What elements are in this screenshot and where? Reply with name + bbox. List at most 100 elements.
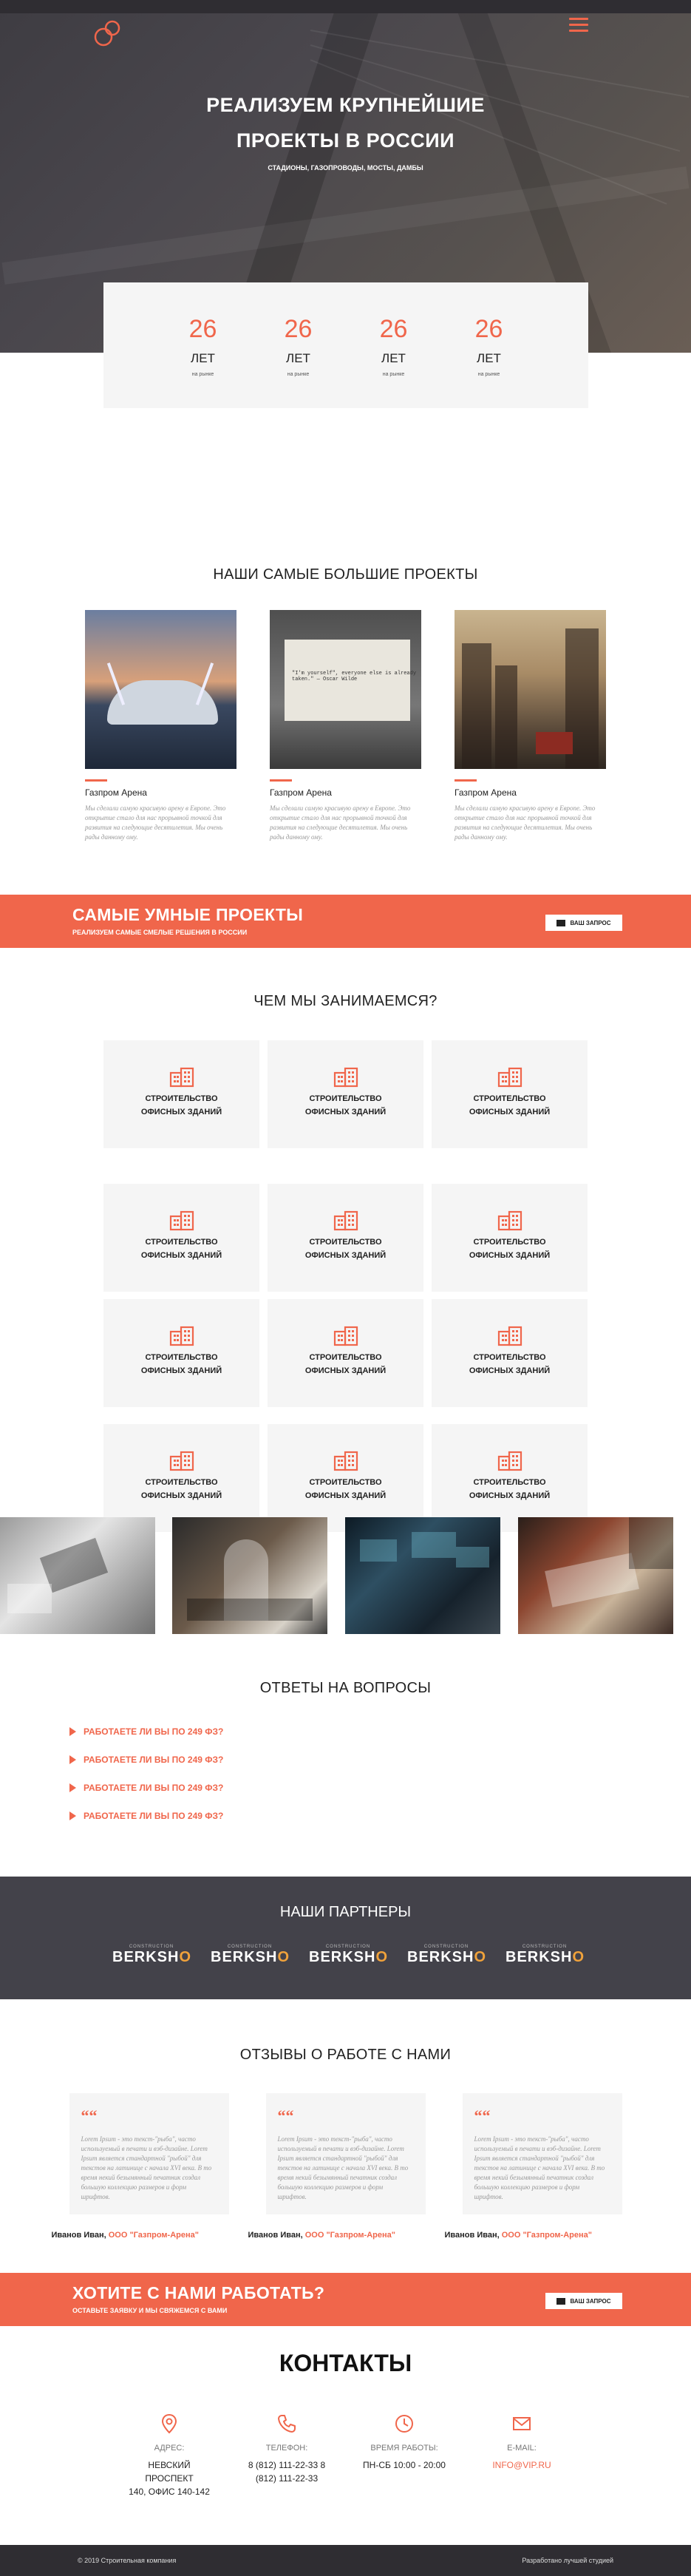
faq-title: ОТВЕТЫ НА ВОПРОСЫ	[259, 1680, 432, 1696]
faq-item[interactable]: РАБОТАЕТЕ ЛИ ВЫ ПО 249 ФЗ?	[69, 1718, 691, 1746]
service-card[interactable]: СТРОИТЕЛЬСТВО ОФИСНЫХ ЗДАНИЙ	[103, 1424, 259, 1532]
project-accent-line	[455, 779, 477, 782]
contact-value-line[interactable]: 8 (812) 111-22-33 8	[245, 2458, 330, 2472]
service-card[interactable]: СТРОИТЕЛЬСТВО ОФИСНЫХ ЗДАНИЙ	[432, 1299, 588, 1407]
request-button[interactable]: ВАШ ЗАПРОС	[545, 2293, 622, 2309]
service-title-line: СТРОИТЕЛЬСТВО	[145, 1094, 218, 1103]
email-link[interactable]: INFO@VIP.RU	[480, 2458, 565, 2472]
partner-logo[interactable]: CONSTRUCTION BERKSHO	[112, 1945, 191, 1966]
service-card[interactable]: СТРОИТЕЛЬСТВО ОФИСНЫХ ЗДАНИЙ	[432, 1040, 588, 1148]
stat-label: ЛЕТ	[477, 351, 501, 365]
project-name[interactable]: Газпром Арена	[270, 787, 421, 798]
service-card[interactable]: СТРОИТЕЛЬСТВО ОФИСНЫХ ЗДАНИЙ	[432, 1424, 588, 1532]
projects-section: НАШИ САМЫЕ БОЛЬШИЕ ПРОЕКТЫ Газпром Арена…	[0, 566, 691, 842]
partner-logo-suffix: O	[277, 1949, 290, 1965]
service-card[interactable]: СТРОИТЕЛЬСТВО ОФИСНЫХ ЗДАНИЙ	[103, 1184, 259, 1292]
service-card[interactable]: СТРОИТЕЛЬСТВО ОФИСНЫХ ЗДАНИЙ	[103, 1299, 259, 1407]
faq-item[interactable]: РАБОТАЕТЕ ЛИ ВЫ ПО 249 ФЗ?	[69, 1774, 691, 1802]
project-card[interactable]: "I'm yourself", everyone else is already…	[270, 610, 421, 842]
service-card[interactable]: СТРОИТЕЛЬСТВО ОФИСНЫХ ЗДАНИЙ	[268, 1424, 423, 1532]
service-title: СТРОИТЕЛЬСТВО ОФИСНЫХ ЗДАНИЙ	[432, 1476, 588, 1502]
partner-logo-suffix: O	[179, 1949, 192, 1965]
footer-developer-link[interactable]: Разработано лучшей студией	[522, 2557, 613, 2564]
service-title-line: СТРОИТЕЛЬСТВО	[473, 1238, 546, 1247]
partner-logo[interactable]: CONSTRUCTION BERKSHO	[407, 1945, 486, 1966]
review-company-link[interactable]: ООО "Газпром-Арена"	[502, 2231, 592, 2240]
service-title-line: ОФИСНЫХ ЗДАНИЙ	[140, 1491, 222, 1500]
faq-item[interactable]: РАБОТАЕТЕ ЛИ ВЫ ПО 249 ФЗ?	[69, 1802, 691, 1830]
menu-burger-icon[interactable]	[569, 18, 588, 33]
project-accent-line	[85, 779, 107, 782]
service-card[interactable]: СТРОИТЕЛЬСТВО ОФИСНЫХ ЗДАНИЙ	[103, 1040, 259, 1148]
faq-item[interactable]: РАБОТАЕТЕ ЛИ ВЫ ПО 249 ФЗ?	[69, 1746, 691, 1774]
banner-title: ХОТИТЕ С НАМИ РАБОТАТЬ?	[72, 2283, 325, 2302]
service-title-line: СТРОИТЕЛЬСТВО	[473, 1094, 546, 1103]
service-card[interactable]: СТРОИТЕЛЬСТВО ОФИСНЫХ ЗДАНИЙ	[432, 1184, 588, 1292]
request-button[interactable]: ВАШ ЗАПРОС	[545, 915, 622, 931]
company-logo-icon[interactable]	[92, 19, 124, 47]
review-card: ““ Lorem Ipsum - это текст-"рыба", часто…	[52, 2093, 229, 2240]
review-company-link[interactable]: ООО "Газпром-Арена"	[305, 2231, 395, 2240]
contact-value-line: 140, ОФИС 140-142	[129, 2487, 210, 2497]
office-building-icon	[333, 1326, 358, 1346]
review-box: ““ Lorem Ipsum - это текст-"рыба", часто…	[265, 2093, 426, 2214]
service-title-line: ОФИСНЫХ ЗДАНИЙ	[304, 1251, 387, 1260]
service-card[interactable]: СТРОИТЕЛЬСТВО ОФИСНЫХ ЗДАНИЙ	[268, 1184, 423, 1292]
hero-title: РЕАЛИЗУЕМ КРУПНЕЙШИЕ ПРОЕКТЫ В РОССИИ	[0, 87, 691, 158]
service-title-line: СТРОИТЕЛЬСТВО	[473, 1478, 546, 1487]
service-title: СТРОИТЕЛЬСТВО ОФИСНЫХ ЗДАНИЙ	[103, 1236, 259, 1262]
faq-question[interactable]: РАБОТАЕТЕ ЛИ ВЫ ПО 249 ФЗ?	[84, 1726, 223, 1737]
partner-logo-name: BERKSHO	[211, 1949, 289, 1966]
phone-icon	[278, 2415, 296, 2433]
project-image-city[interactable]	[455, 610, 606, 769]
service-title-line: СТРОИТЕЛЬСТВО	[145, 1353, 218, 1362]
triangle-right-icon	[69, 1755, 76, 1764]
menu-burger-line	[569, 24, 588, 26]
review-author: Иванов Иван, ООО "Газпром-Арена"	[248, 2231, 426, 2240]
partner-logo[interactable]: CONSTRUCTION BERKSHO	[309, 1945, 387, 1966]
project-card[interactable]: Газпром Арена Мы сделали самую красивую …	[85, 610, 236, 842]
smart-projects-banner: САМЫЕ УМНЫЕ ПРОЕКТЫ РЕАЛИЗУЕМ САМЫЕ СМЕЛ…	[0, 895, 691, 948]
faq-question[interactable]: РАБОТАЕТЕ ЛИ ВЫ ПО 249 ФЗ?	[84, 1783, 223, 1793]
photo-paper-shape	[7, 1584, 52, 1613]
stat-number: 26	[379, 315, 408, 343]
city-building	[495, 665, 517, 769]
stat-sublabel: на рынке	[191, 372, 214, 377]
service-title-line: ОФИСНЫХ ЗДАНИЙ	[140, 1108, 222, 1116]
faq-question[interactable]: РАБОТАЕТЕ ЛИ ВЫ ПО 249 ФЗ?	[84, 1755, 223, 1765]
faq-section: ОТВЕТЫ НА ВОПРОСЫ РАБОТАЕТЕ ЛИ ВЫ ПО 249…	[0, 1680, 691, 1830]
triangle-right-icon	[69, 1783, 76, 1792]
service-title: СТРОИТЕЛЬСТВО ОФИСНЫХ ЗДАНИЙ	[103, 1092, 259, 1119]
contact-value[interactable]: 8 (812) 111-22-33 8 (812) 111-22-33	[245, 2458, 330, 2485]
top-bar	[0, 0, 691, 13]
stat-item: 26 ЛЕТ на рынке	[285, 282, 313, 408]
service-card[interactable]: СТРОИТЕЛЬСТВО ОФИСНЫХ ЗДАНИЙ	[268, 1299, 423, 1407]
projects-title: НАШИ САМЫЕ БОЛЬШИЕ ПРОЕКТЫ	[213, 566, 478, 583]
project-image-stadium[interactable]	[85, 610, 236, 769]
partner-logo-name: BERKSHO	[112, 1949, 191, 1966]
service-card[interactable]: СТРОИТЕЛЬСТВО ОФИСНЫХ ЗДАНИЙ	[268, 1040, 423, 1148]
stat-label: ЛЕТ	[191, 351, 215, 365]
service-title: СТРОИТЕЛЬСТВО ОФИСНЫХ ЗДАНИЙ	[103, 1476, 259, 1502]
contact-value-line[interactable]: (812) 111-22-33	[245, 2472, 330, 2485]
stat-sublabel: на рынке	[287, 372, 310, 377]
service-title-line: СТРОИТЕЛЬСТВО	[145, 1478, 218, 1487]
project-card[interactable]: Газпром Арена Мы сделали самую красивую …	[455, 610, 606, 842]
partner-logo[interactable]: CONSTRUCTION BERKSHO	[506, 1945, 584, 1966]
menu-burger-line	[569, 18, 588, 20]
project-image-typewriter[interactable]: "I'm yourself", everyone else is already…	[270, 610, 421, 769]
project-description: Мы сделали самую красивую арену в Европе…	[270, 804, 411, 841]
hero-bridge-deck	[1, 166, 690, 285]
quote-icon: ““	[474, 2106, 491, 2125]
review-author: Иванов Иван, ООО "Газпром-Арена"	[52, 2231, 229, 2240]
partner-logo[interactable]: CONSTRUCTION BERKSHO	[211, 1945, 289, 1966]
project-name[interactable]: Газпром Арена	[455, 787, 606, 798]
partner-logo-name: BERKSHO	[506, 1949, 584, 1966]
reviews-title: ОТЗЫВЫ О РАБОТЕ С НАМИ	[239, 2047, 452, 2063]
project-name[interactable]: Газпром Арена	[85, 787, 236, 798]
stat-label: ЛЕТ	[286, 351, 310, 365]
faq-question[interactable]: РАБОТАЕТЕ ЛИ ВЫ ПО 249 ФЗ?	[84, 1811, 223, 1821]
contact-address: АДРЕС: НЕВСКИЙ ПРОСПЕКТ 140, ОФИС 140-14…	[127, 2413, 212, 2498]
review-company-link[interactable]: ООО "Газпром-Арена"	[109, 2231, 199, 2240]
service-title-line: СТРОИТЕЛЬСТВО	[309, 1238, 382, 1247]
